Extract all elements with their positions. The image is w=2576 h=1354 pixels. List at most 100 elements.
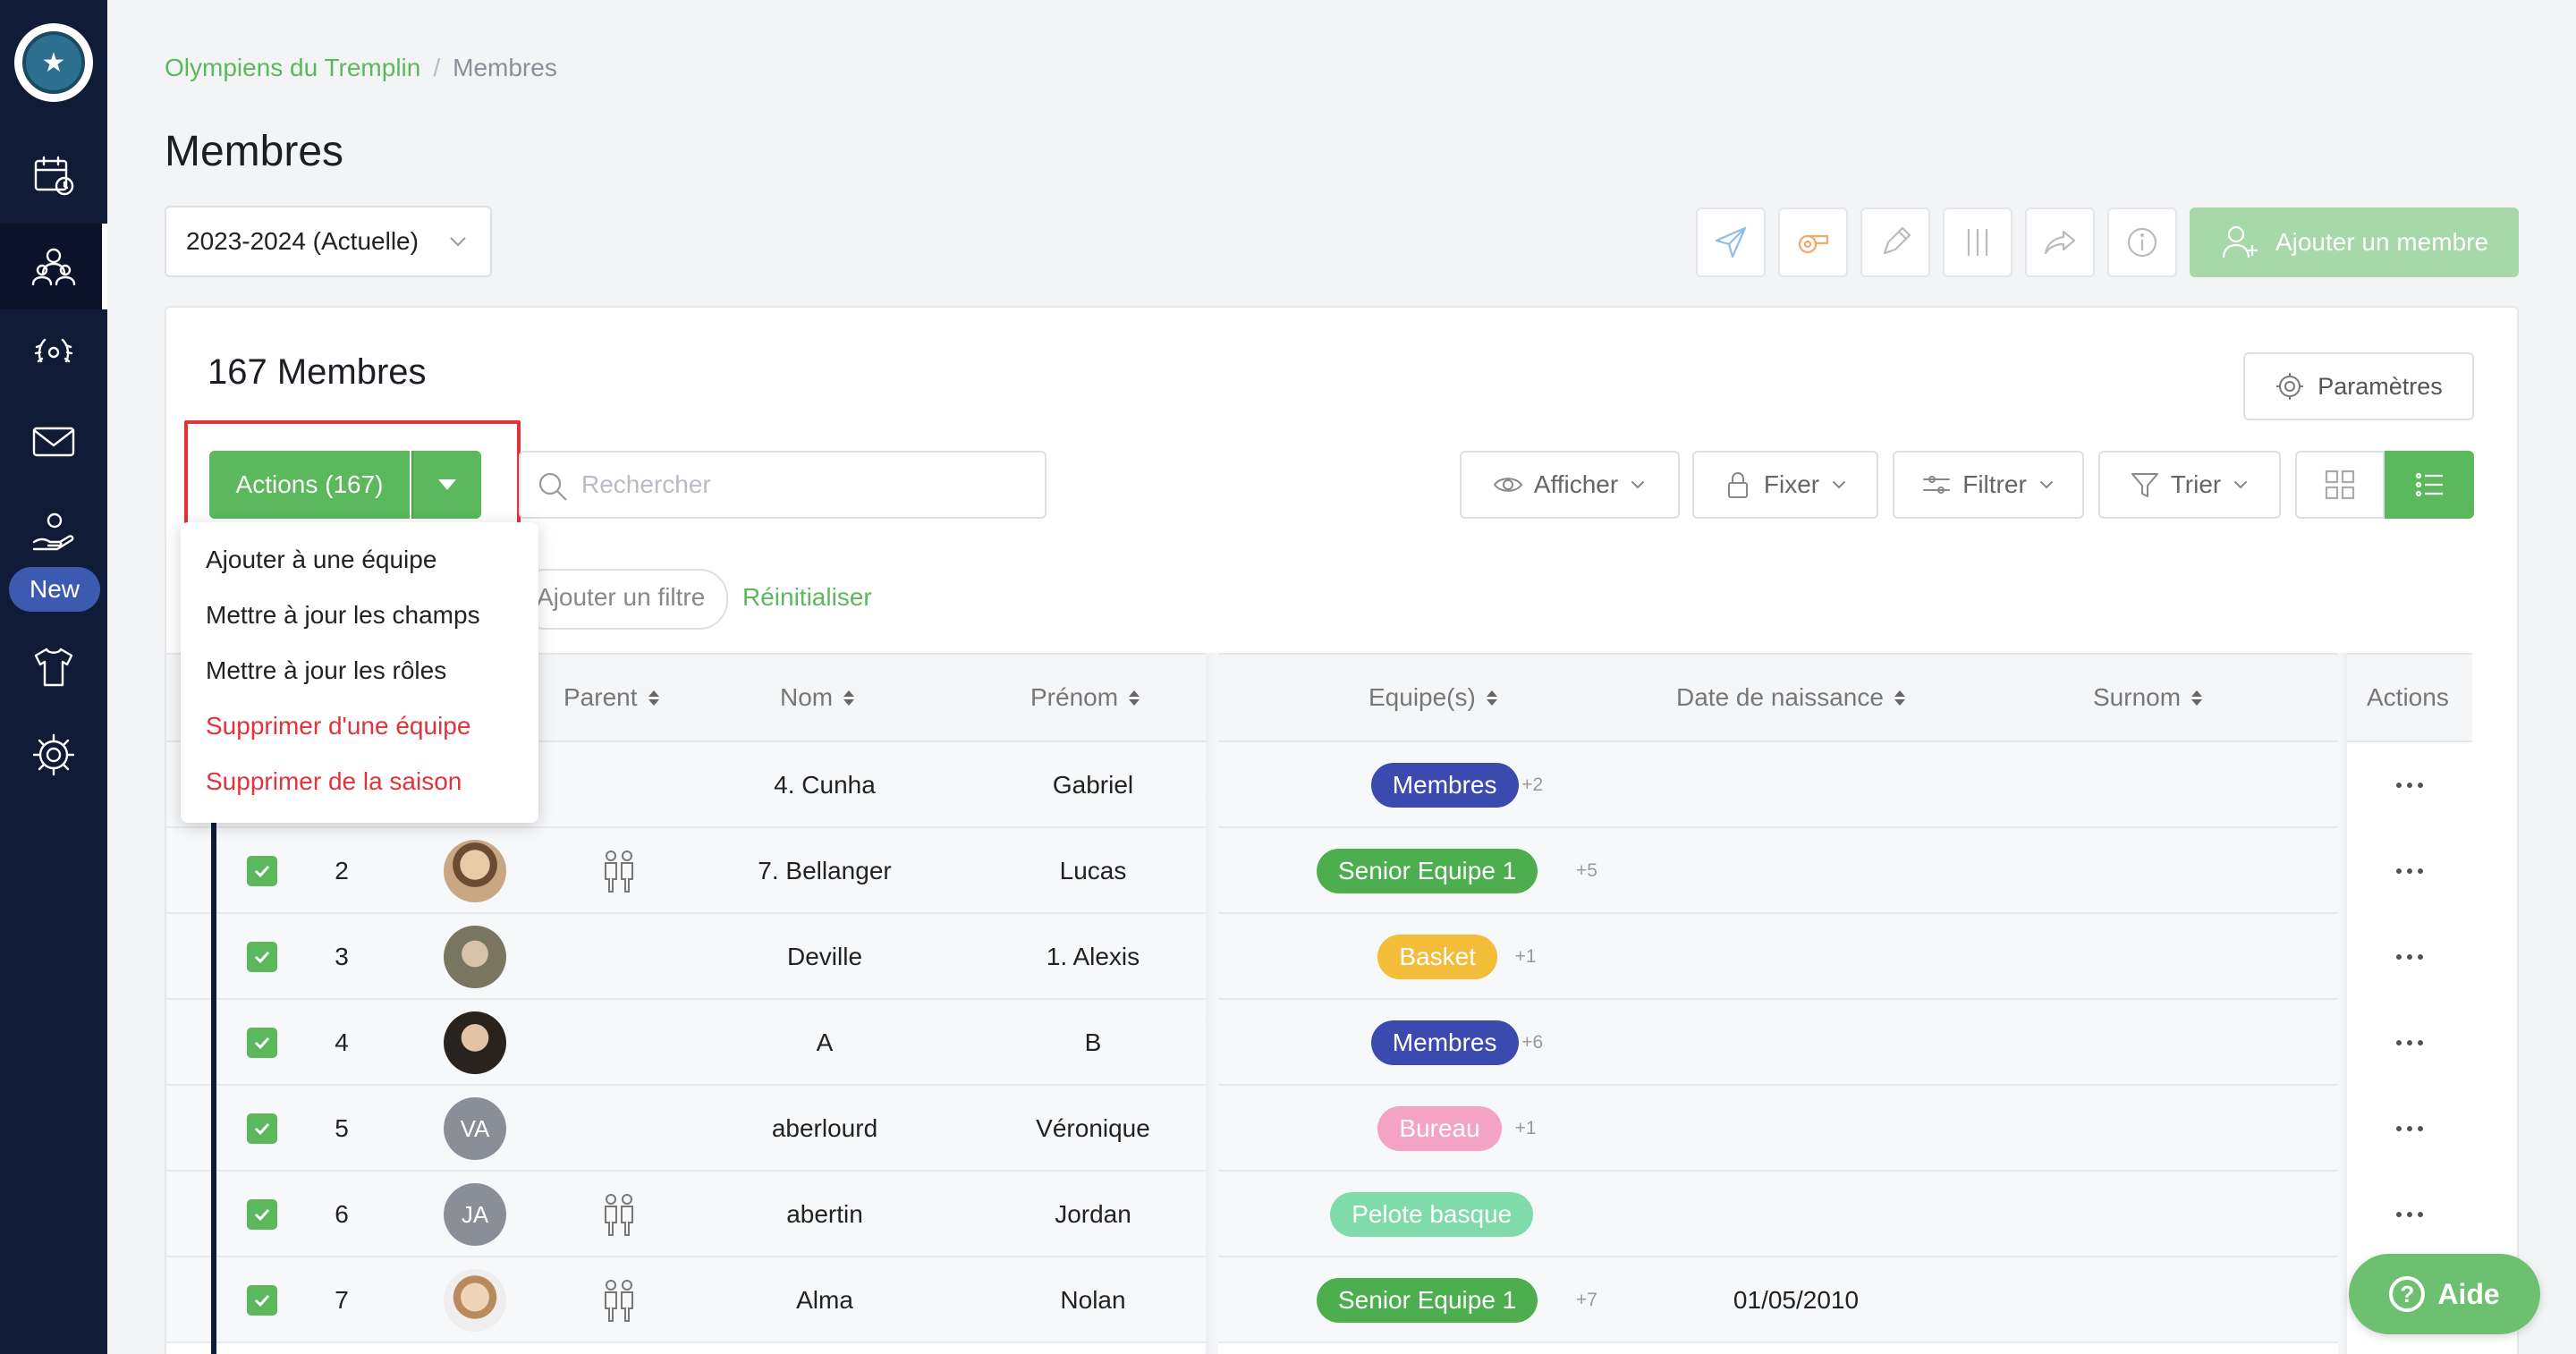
team-badge[interactable]: Senior Equipe 1 [1317, 1278, 1538, 1323]
table-row[interactable] [166, 914, 2472, 1000]
info-button[interactable] [2107, 207, 2177, 277]
row-number: 5 [335, 1114, 349, 1142]
more-teams-count[interactable]: +6 [1521, 1032, 1543, 1054]
club-emblem-icon: ★ [22, 31, 85, 94]
row-checkbox[interactable] [247, 1113, 277, 1144]
menu-item-remove-from-season[interactable]: Supprimer de la saison [206, 767, 462, 796]
sidebar-item-donations[interactable] [0, 490, 107, 576]
cell-prenom: Gabriel [1052, 771, 1134, 799]
sidebar-item-settings[interactable] [0, 712, 107, 798]
help-label: Aide [2437, 1277, 2500, 1310]
team-badge[interactable]: Pelote basque [1330, 1192, 1534, 1237]
list-view-button[interactable] [2385, 451, 2474, 519]
more-teams-count[interactable]: +2 [1521, 774, 1543, 796]
column-header-label: Prénom [1030, 683, 1119, 711]
column-header-date-naissance[interactable]: Date de naissance [1676, 683, 1905, 712]
column-header-surnom[interactable]: Surnom [2093, 683, 2203, 712]
actions-dropdown-menu: Ajouter à une équipe Mettre à jour les c… [181, 522, 538, 823]
column-header-label: Equipe(s) [1368, 683, 1476, 711]
search-input[interactable]: Rechercher [519, 451, 1046, 519]
lock-icon [1727, 472, 1748, 498]
trier-button[interactable]: Trier [2098, 451, 2281, 519]
cell-nom: Alma [796, 1286, 853, 1314]
afficher-label: Afficher [1533, 470, 1619, 498]
column-header-label: Parent [564, 683, 638, 711]
sidebar-item-calendar[interactable] [0, 132, 107, 218]
cell-date-naissance: 01/05/2010 [1733, 1286, 1860, 1314]
search-placeholder: Rechercher [581, 470, 711, 498]
columns-button[interactable] [1943, 207, 2012, 277]
avatar [444, 1011, 506, 1074]
edit-button[interactable] [1860, 207, 1930, 277]
whistle-button[interactable] [1778, 207, 1848, 277]
paper-plane-icon [1715, 226, 1747, 258]
row-checkbox[interactable] [247, 856, 277, 886]
team-badge[interactable]: Bureau [1377, 1106, 1502, 1151]
afficher-button[interactable]: Afficher [1460, 451, 1680, 519]
help-button[interactable]: ? Aide [2349, 1254, 2540, 1334]
filtrer-label: Filtrer [1962, 470, 2027, 498]
reset-filters-link[interactable]: Réinitialiser [742, 583, 872, 612]
team-badge[interactable]: Membres [1370, 1020, 1519, 1065]
more-teams-count[interactable]: +7 [1576, 1290, 1597, 1311]
column-header-prenom[interactable]: Prénom [1030, 683, 1140, 712]
share-button[interactable] [2025, 207, 2095, 277]
more-options-icon[interactable] [2396, 868, 2423, 874]
more-options-icon[interactable] [2396, 1040, 2423, 1045]
team-badge[interactable]: Senior Equipe 1 [1317, 849, 1538, 893]
team-badge[interactable]: Basket [1377, 935, 1497, 979]
table-row[interactable] [166, 1172, 2472, 1257]
avatar: JA [444, 1183, 506, 1246]
team-badge[interactable]: Membres [1370, 763, 1519, 808]
column-header-parent[interactable]: Parent [564, 683, 659, 712]
sidebar-item-messages[interactable] [0, 399, 107, 485]
menu-item-update-roles[interactable]: Mettre à jour les rôles [206, 656, 446, 685]
row-checkbox[interactable] [247, 1028, 277, 1058]
parent-icon [599, 1278, 639, 1323]
column-header-nom[interactable]: Nom [780, 683, 855, 712]
row-checkbox[interactable] [247, 942, 277, 972]
column-header-equipes[interactable]: Equipe(s) [1368, 683, 1497, 712]
menu-item-remove-from-team[interactable]: Supprimer d'une équipe [206, 712, 470, 740]
search-icon [538, 472, 567, 501]
table-row[interactable] [166, 1086, 2472, 1172]
grid-view-button[interactable] [2295, 451, 2385, 519]
row-actions-cell [2347, 742, 2472, 828]
filtrer-button[interactable]: Filtrer [1893, 451, 2084, 519]
more-options-icon[interactable] [2396, 954, 2423, 960]
cell-prenom: Lucas [1059, 857, 1127, 884]
check-icon [254, 1294, 270, 1307]
funnel-icon [2131, 473, 2158, 497]
members-icon [31, 248, 76, 286]
row-checkbox[interactable] [247, 1199, 277, 1230]
menu-item-update-fields[interactable]: Mettre à jour les champs [206, 601, 480, 630]
fixer-button[interactable]: Fixer [1692, 451, 1878, 519]
more-teams-count[interactable]: +5 [1576, 860, 1597, 882]
add-filter-button[interactable]: Ajouter un filtre [516, 569, 729, 630]
more-options-icon[interactable] [2396, 1212, 2423, 1217]
club-logo[interactable]: ★ [14, 23, 93, 102]
more-teams-count[interactable]: +1 [1515, 946, 1537, 968]
send-message-button[interactable] [1696, 207, 1766, 277]
avatar: VA [444, 1097, 506, 1160]
hand-heart-icon [32, 512, 74, 551]
sidebar-item-shop[interactable] [0, 624, 107, 710]
season-select[interactable]: 2023-2024 (Actuelle) [165, 206, 492, 277]
more-options-icon[interactable] [2396, 1126, 2423, 1131]
add-member-button[interactable]: Ajouter un membre [2190, 207, 2519, 277]
breadcrumb-club-link[interactable]: Olympiens du Tremplin [165, 54, 420, 81]
more-teams-count[interactable]: +1 [1515, 1118, 1537, 1139]
table-row[interactable] [166, 1000, 2472, 1086]
more-options-icon[interactable] [2396, 783, 2423, 788]
row-checkbox[interactable] [247, 1285, 277, 1316]
calendar-icon [34, 156, 74, 196]
cell-nom: 4. Cunha [774, 771, 876, 799]
menu-item-add-to-team[interactable]: Ajouter à une équipe [206, 546, 436, 574]
sort-icon [1486, 690, 1497, 706]
row-actions-cell [2347, 1172, 2472, 1257]
parameters-button[interactable]: Paramètres [2243, 352, 2474, 420]
sidebar-item-members[interactable] [0, 224, 107, 309]
cell-nom: Deville [786, 943, 863, 970]
sidebar-item-competitions[interactable] [0, 311, 107, 397]
row-number: 7 [335, 1286, 349, 1314]
